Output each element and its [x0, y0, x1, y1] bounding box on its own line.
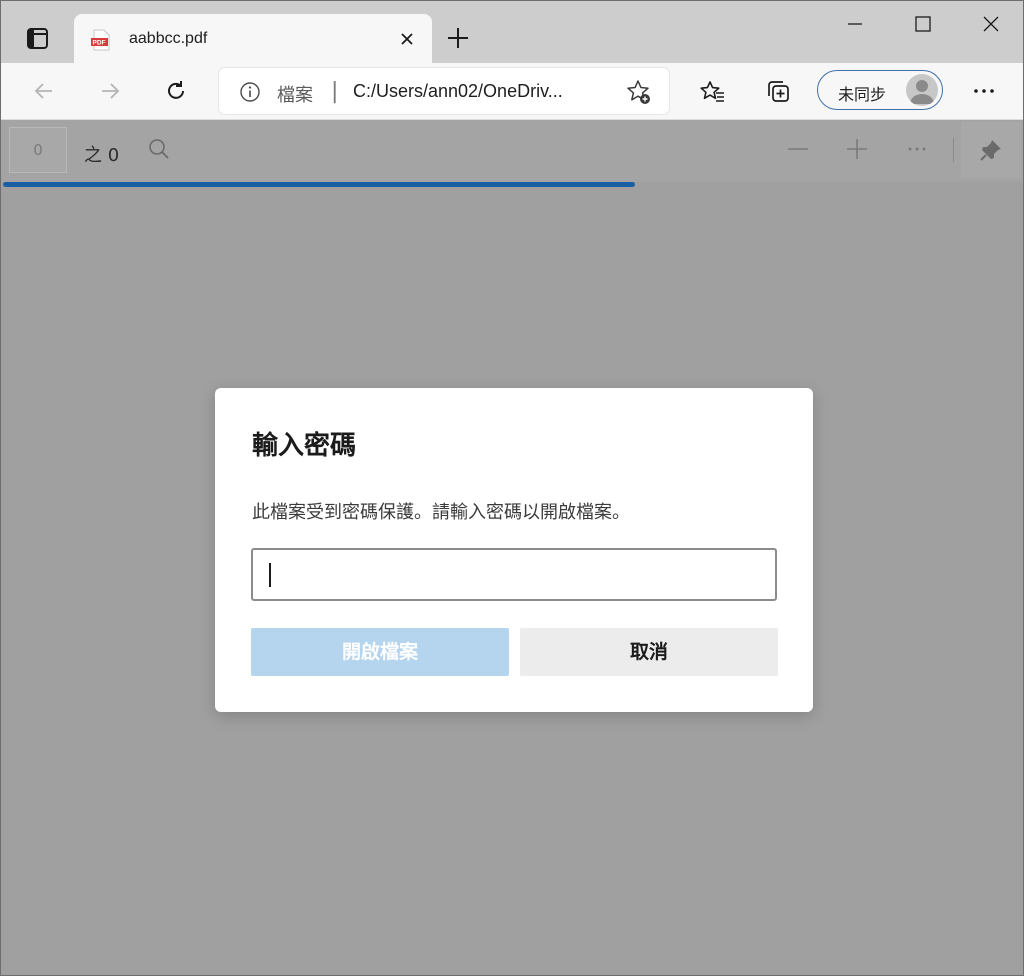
pin-toolbar-button[interactable] [961, 122, 1021, 178]
tab-active[interactable]: PDF aabbcc.pdf [74, 14, 432, 64]
tab-strip: PDF aabbcc.pdf [1, 1, 1023, 64]
load-progress-bar [3, 182, 635, 187]
tab-actions-icon[interactable] [23, 25, 53, 53]
address-scheme-label: 檔案 [277, 85, 313, 106]
password-input[interactable] [251, 548, 777, 601]
page-count-label: 之 0 [84, 145, 120, 166]
pdf-toolbar: 0 之 0 [1, 120, 1023, 182]
back-button[interactable] [26, 73, 62, 109]
forward-button[interactable] [92, 73, 128, 109]
info-icon[interactable] [239, 81, 261, 103]
settings-more-icon[interactable] [966, 73, 1002, 109]
toolbar-divider [953, 138, 954, 162]
browser-window: PDF aabbcc.pdf 檔案 | C:/Users/ann02/OneDr… [0, 0, 1024, 976]
close-window-button[interactable] [967, 1, 1013, 47]
new-tab-button[interactable] [445, 25, 471, 51]
close-tab-icon[interactable] [396, 28, 418, 50]
tab-title: aabbcc.pdf [129, 30, 208, 47]
search-icon[interactable] [146, 136, 172, 162]
more-options-icon[interactable] [904, 136, 930, 162]
profile-sync-button[interactable]: 未同步 [817, 70, 943, 110]
sync-status-label: 未同步 [838, 85, 887, 104]
cancel-button[interactable]: 取消 [520, 628, 778, 676]
refresh-button[interactable] [158, 73, 194, 109]
browser-toolbar: 檔案 | C:/Users/ann02/OneDriv... 未同步 [1, 63, 1023, 120]
page-number-input[interactable]: 0 [9, 127, 67, 173]
dialog-message: 此檔案受到密碼保護。請輸入密碼以開啟檔案。 [252, 502, 630, 523]
collections-icon[interactable] [759, 73, 795, 109]
open-file-button[interactable]: 開啟檔案 [251, 628, 509, 676]
zoom-in-icon[interactable] [844, 136, 870, 162]
zoom-out-icon[interactable] [785, 136, 811, 162]
favorites-icon[interactable] [693, 73, 729, 109]
password-dialog: 輸入密碼 此檔案受到密碼保護。請輸入密碼以開啟檔案。 開啟檔案 取消 [215, 388, 813, 712]
address-url[interactable]: C:/Users/ann02/OneDriv... [353, 81, 563, 102]
text-caret [269, 563, 271, 587]
avatar [906, 74, 938, 106]
minimize-button[interactable] [831, 1, 877, 47]
pdf-icon: PDF [89, 28, 113, 52]
address-bar[interactable]: 檔案 | C:/Users/ann02/OneDriv... [219, 68, 669, 114]
maximize-button[interactable] [899, 1, 945, 47]
svg-text:PDF: PDF [93, 40, 106, 47]
address-separator: | [331, 79, 339, 104]
add-favorite-icon[interactable] [625, 78, 653, 106]
dialog-title: 輸入密碼 [252, 431, 357, 461]
